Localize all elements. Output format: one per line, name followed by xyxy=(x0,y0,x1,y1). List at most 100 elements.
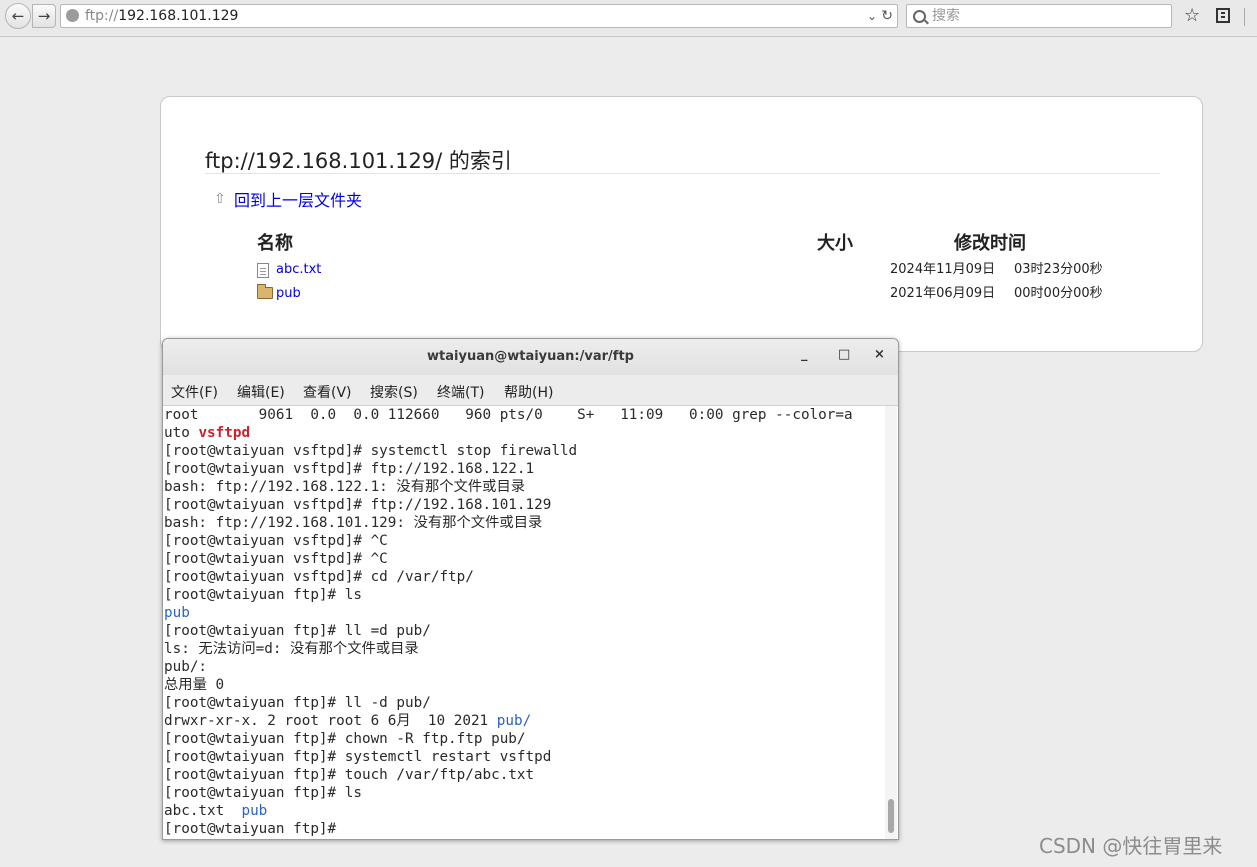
reload-icon[interactable]: ↻ xyxy=(881,5,893,27)
terminal-text: ls: 无法访问=d: 没有那个文件或目录 xyxy=(164,641,419,657)
search-placeholder: 搜索 xyxy=(932,8,960,24)
terminal-line: ls: 无法访问=d: 没有那个文件或目录 xyxy=(164,640,884,658)
terminal-text: abc.txt xyxy=(164,803,242,819)
url-bar[interactable]: ftp://192.168.101.129 ⌄ ↻ xyxy=(60,4,898,28)
terminal-text: root 9061 0.0 0.0 112660 960 pts/0 S+ 11… xyxy=(164,407,853,423)
terminal-text: [root@wtaiyuan ftp]# touch /var/ftp/abc.… xyxy=(164,767,535,783)
text-file-icon xyxy=(257,263,269,278)
terminal-line: [root@wtaiyuan ftp]# systemctl restart v… xyxy=(164,748,884,766)
page-title: ftp://192.168.101.129/ 的索引 xyxy=(205,149,512,173)
file-date: 2024年11月09日 xyxy=(890,262,996,277)
terminal-text: bash: ftp://192.168.101.129: 没有那个文件或目录 xyxy=(164,515,543,531)
file-name-link[interactable]: pub xyxy=(276,284,301,304)
terminal-text: vsftpd xyxy=(198,425,251,441)
url-text[interactable]: ftp://192.168.101.129 xyxy=(85,5,238,27)
parent-folder-link[interactable]: 回到上一层文件夹 xyxy=(234,187,362,211)
parent-folder-icon: ⇧ xyxy=(214,191,226,207)
watermark: CSDN @快往胃里来 xyxy=(1039,834,1223,858)
terminal-line: root 9061 0.0 0.0 112660 960 pts/0 S+ 11… xyxy=(164,406,884,424)
close-button[interactable]: × xyxy=(874,347,885,362)
toolbar-divider xyxy=(1244,8,1245,26)
url-protocol: ftp:// xyxy=(85,8,119,24)
terminal-text: [root@wtaiyuan vsftpd]# systemctl stop f… xyxy=(164,443,578,459)
terminal-titlebar[interactable]: wtaiyuan@wtaiyuan:/var/ftp _ □ × xyxy=(163,339,898,375)
file-row: pub 2021年06月09日 00时00分00秒 xyxy=(257,284,1157,306)
menu-terminal[interactable]: 终端(T) xyxy=(437,382,484,402)
terminal-scrollbar[interactable] xyxy=(885,406,897,839)
column-header-size[interactable]: 大小 xyxy=(817,229,853,255)
terminal-text: pub xyxy=(241,803,268,819)
terminal-text: [root@wtaiyuan ftp]# ll =d pub/ xyxy=(164,623,431,639)
terminal-line: bash: ftp://192.168.122.1: 没有那个文件或目录 xyxy=(164,478,884,496)
menu-search[interactable]: 搜索(S) xyxy=(370,382,418,402)
url-host: 192.168.101.129 xyxy=(118,8,239,24)
terminal-text: uto xyxy=(164,425,199,441)
forward-button[interactable]: → xyxy=(32,4,56,28)
terminal-line: [root@wtaiyuan ftp]# ll =d pub/ xyxy=(164,622,884,640)
bookmark-star-icon[interactable]: ☆ xyxy=(1184,6,1200,26)
column-header-time[interactable]: 修改时间 xyxy=(954,229,1026,255)
title-divider xyxy=(205,173,1160,174)
browser-toolbar: ← → ftp://192.168.101.129 ⌄ ↻ 搜索 ☆ xyxy=(0,0,1257,37)
terminal-line: [root@wtaiyuan ftp]# ll -d pub/ xyxy=(164,694,884,712)
column-header-name[interactable]: 名称 xyxy=(257,229,293,255)
terminal-line: [root@wtaiyuan ftp]# xyxy=(164,820,884,838)
file-name-link[interactable]: abc.txt xyxy=(276,260,321,280)
bookmarks-list-icon[interactable] xyxy=(1216,8,1230,23)
terminal-line: 总用量 0 xyxy=(164,676,884,694)
chevron-down-icon[interactable]: ⌄ xyxy=(867,5,877,27)
terminal-text: 总用量 0 xyxy=(164,677,225,693)
terminal-line: drwxr-xr-x. 2 root root 6 6月 10 2021 pub… xyxy=(164,712,884,730)
maximize-button[interactable]: □ xyxy=(838,347,850,362)
terminal-text: pub/ xyxy=(496,713,532,729)
terminal-output[interactable]: root 9061 0.0 0.0 112660 960 pts/0 S+ 11… xyxy=(164,406,884,839)
menu-edit[interactable]: 编辑(E) xyxy=(237,382,285,402)
back-button[interactable]: ← xyxy=(5,3,31,29)
terminal-text: [root@wtaiyuan vsftpd]# ^C xyxy=(164,533,388,549)
terminal-line: [root@wtaiyuan vsftpd]# ^C xyxy=(164,532,884,550)
terminal-text: [root@wtaiyuan ftp]# ll -d pub/ xyxy=(164,695,431,711)
search-icon xyxy=(913,10,926,23)
folder-icon xyxy=(257,284,273,299)
terminal-line: [root@wtaiyuan vsftpd]# cd /var/ftp/ xyxy=(164,568,884,586)
terminal-line: pub xyxy=(164,604,884,622)
ftp-index-card: ftp://192.168.101.129/ 的索引 ⇧ 回到上一层文件夹 名称… xyxy=(160,96,1203,352)
terminal-text: pub xyxy=(164,605,190,621)
terminal-text: [root@wtaiyuan ftp]# systemctl restart v… xyxy=(164,749,552,765)
terminal-text: [root@wtaiyuan ftp]# chown -R ftp.ftp pu… xyxy=(164,731,526,747)
file-time: 03时23分00秒 xyxy=(1014,262,1103,277)
menu-help[interactable]: 帮助(H) xyxy=(504,382,553,402)
terminal-line: [root@wtaiyuan ftp]# ls xyxy=(164,586,884,604)
terminal-line: bash: ftp://192.168.101.129: 没有那个文件或目录 xyxy=(164,514,884,532)
terminal-text: [root@wtaiyuan vsftpd]# cd /var/ftp/ xyxy=(164,569,474,585)
terminal-text: pub/: xyxy=(164,659,208,675)
scrollbar-thumb[interactable] xyxy=(888,799,894,833)
terminal-line: [root@wtaiyuan ftp]# touch /var/ftp/abc.… xyxy=(164,766,884,784)
terminal-line: abc.txt pub xyxy=(164,802,884,820)
terminal-window[interactable]: wtaiyuan@wtaiyuan:/var/ftp _ □ × 文件(F) 编… xyxy=(162,338,899,840)
terminal-line: [root@wtaiyuan vsftpd]# ftp://192.168.12… xyxy=(164,460,884,478)
terminal-line: pub/: xyxy=(164,658,884,676)
arrow-right-icon: → xyxy=(37,7,51,25)
terminal-text: drwxr-xr-x. 2 root root 6 6月 10 2021 xyxy=(164,713,497,729)
file-date: 2021年06月09日 xyxy=(890,286,996,301)
file-row: abc.txt 2024年11月09日 03时23分00秒 xyxy=(257,260,1157,282)
file-time: 00时00分00秒 xyxy=(1014,286,1103,301)
terminal-text: [root@wtaiyuan vsftpd]# ftp://192.168.10… xyxy=(164,497,552,513)
minimize-button[interactable]: _ xyxy=(801,347,808,362)
terminal-text: [root@wtaiyuan ftp]# xyxy=(164,821,345,837)
terminal-text: [root@wtaiyuan ftp]# ls xyxy=(164,587,362,603)
terminal-text: [root@wtaiyuan vsftpd]# ftp://192.168.12… xyxy=(164,461,535,477)
terminal-line: [root@wtaiyuan vsftpd]# ftp://192.168.10… xyxy=(164,496,884,514)
terminal-text: [root@wtaiyuan vsftpd]# ^C xyxy=(164,551,388,567)
menu-view[interactable]: 查看(V) xyxy=(303,382,352,402)
globe-icon xyxy=(66,9,79,22)
menu-file[interactable]: 文件(F) xyxy=(171,382,218,402)
search-input[interactable]: 搜索 xyxy=(906,4,1172,28)
terminal-line: uto vsftpd xyxy=(164,424,884,442)
terminal-line: [root@wtaiyuan vsftpd]# systemctl stop f… xyxy=(164,442,884,460)
terminal-line: [root@wtaiyuan ftp]# ls xyxy=(164,784,884,802)
terminal-menubar: 文件(F) 编辑(E) 查看(V) 搜索(S) 终端(T) 帮助(H) xyxy=(163,375,898,406)
terminal-text: [root@wtaiyuan ftp]# ls xyxy=(164,785,362,801)
terminal-line: [root@wtaiyuan ftp]# chown -R ftp.ftp pu… xyxy=(164,730,884,748)
